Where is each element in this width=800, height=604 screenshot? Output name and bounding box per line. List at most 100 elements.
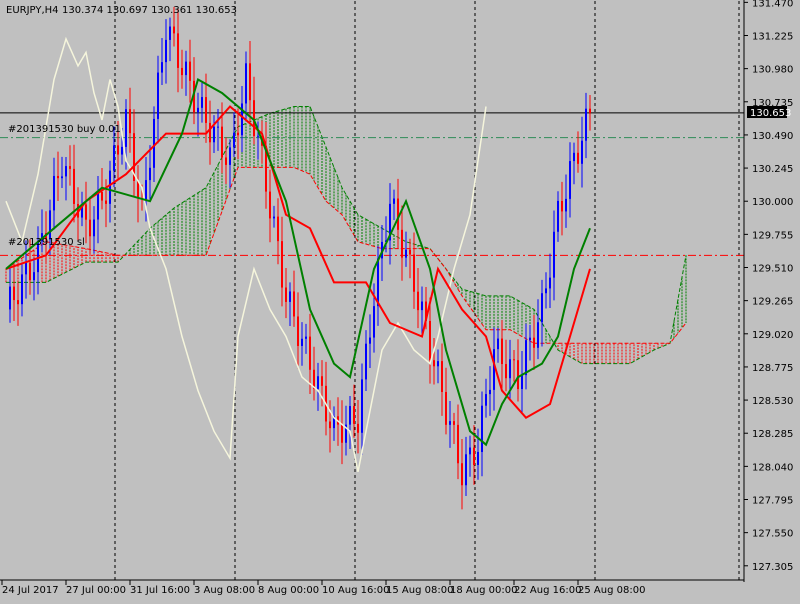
candle-body — [145, 180, 147, 200]
candle-body — [157, 72, 159, 119]
candle-body — [217, 126, 219, 128]
y-tick-label: 127.795 — [752, 496, 793, 507]
candle-body — [113, 145, 115, 171]
candle-body — [221, 126, 223, 158]
candle-body — [285, 287, 287, 302]
candle-body — [213, 126, 215, 143]
candle-body — [153, 118, 155, 168]
candle-body — [129, 109, 131, 134]
candle-body — [105, 200, 107, 204]
y-tick-label: 127.305 — [752, 562, 793, 573]
y-tick-label: 129.510 — [752, 264, 793, 275]
candle-body — [469, 447, 471, 455]
candle-body — [561, 200, 563, 212]
candle-body — [149, 167, 151, 181]
time-axis: 24 Jul 2017 27 Jul 00:00 31 Jul 16:00 3 Aug… — [1, 580, 645, 596]
candle-body — [497, 338, 499, 350]
candle-body — [297, 316, 299, 346]
candle-body — [197, 107, 199, 113]
candle-body — [377, 258, 379, 307]
candle-body — [513, 359, 515, 361]
y-tick-label: 130.980 — [752, 65, 793, 76]
x-tick-label: 25 Aug 08:00 — [578, 585, 645, 596]
candle-body — [521, 375, 523, 390]
candle-body — [417, 291, 419, 311]
candle-body — [489, 389, 491, 395]
y-tick-label: 128.530 — [752, 396, 793, 407]
candle-body — [441, 361, 443, 392]
sl-order-label: #201391530 sl — [8, 237, 85, 248]
y-tick-label: 131.225 — [752, 31, 793, 42]
candle-body — [553, 231, 555, 278]
candle-body — [161, 62, 163, 73]
candle-body — [117, 145, 119, 155]
candle-body — [577, 152, 579, 164]
candle-body — [321, 376, 323, 386]
candle-body — [461, 463, 463, 486]
price-chart[interactable]: 131.470131.225130.980130.735130.490130.2… — [0, 0, 800, 600]
candle-body — [421, 301, 423, 311]
candle-body — [269, 191, 271, 219]
candle-body — [185, 61, 187, 76]
senkou-a-line — [6, 106, 687, 365]
candle-body — [369, 337, 371, 344]
candle-body — [537, 322, 539, 348]
candle-body — [293, 291, 295, 317]
candle-body — [557, 200, 559, 232]
candle-body — [349, 406, 351, 425]
current-price-text: 130.653 — [750, 108, 791, 119]
price-axis: 131.470131.225130.980130.735130.490130.2… — [0, 0, 793, 582]
y-tick-label: 130.490 — [752, 131, 793, 142]
candle-body — [173, 26, 175, 34]
candle-body — [249, 63, 251, 101]
candle-body — [21, 274, 23, 305]
candle-body — [101, 191, 103, 201]
candle-body — [237, 132, 239, 136]
candle-body — [25, 262, 27, 275]
x-tick-label: 27 Jul 00:00 — [66, 585, 126, 596]
candle-body — [257, 135, 259, 137]
candle-body — [549, 277, 551, 289]
x-tick-label: 22 Aug 16:00 — [514, 585, 581, 596]
buy-order-label: #201391530 buy 0.01 — [8, 124, 121, 135]
candle-body — [53, 175, 55, 211]
candle-body — [401, 229, 403, 258]
y-tick-label: 131.470 — [752, 0, 793, 9]
candle-body — [589, 108, 591, 113]
candle-body — [365, 343, 367, 380]
candle-body — [361, 379, 363, 433]
candle-body — [585, 108, 587, 141]
candle-body — [413, 254, 415, 292]
candle-body — [229, 147, 231, 165]
candle-body — [209, 122, 211, 143]
candle-body — [525, 340, 527, 376]
candle-body — [481, 405, 483, 452]
candle-body — [305, 336, 307, 339]
candle-body — [545, 288, 547, 294]
candle-body — [341, 424, 343, 443]
candle-body — [281, 241, 283, 288]
candle-body — [13, 286, 15, 301]
y-tick-label: 127.550 — [752, 529, 793, 540]
chart-window[interactable]: 131.470 131.225 130.980 130.735 130.490 130.2… — [0, 0, 800, 600]
candle-body — [301, 338, 303, 346]
candle-body — [397, 198, 399, 230]
candle-body — [569, 161, 571, 199]
candle-body — [501, 338, 503, 365]
x-tick-label: 8 Aug 00:00 — [258, 585, 319, 596]
y-tick-label: 130.000 — [752, 197, 793, 208]
y-tick-label: 129.020 — [752, 330, 793, 341]
candle-body — [17, 300, 19, 305]
candle-body — [33, 272, 35, 281]
candle-body — [245, 63, 247, 104]
candle-body — [529, 337, 531, 341]
candle-body — [373, 306, 375, 338]
candle-body — [565, 198, 567, 212]
candle-body — [61, 176, 63, 179]
candle-body — [509, 359, 511, 379]
candle-body — [473, 447, 475, 465]
x-tick-label: 24 Jul 2017 — [2, 585, 59, 596]
candle-body — [457, 424, 459, 464]
candle-body — [517, 360, 519, 390]
ichimoku-cloud — [5, 106, 687, 365]
